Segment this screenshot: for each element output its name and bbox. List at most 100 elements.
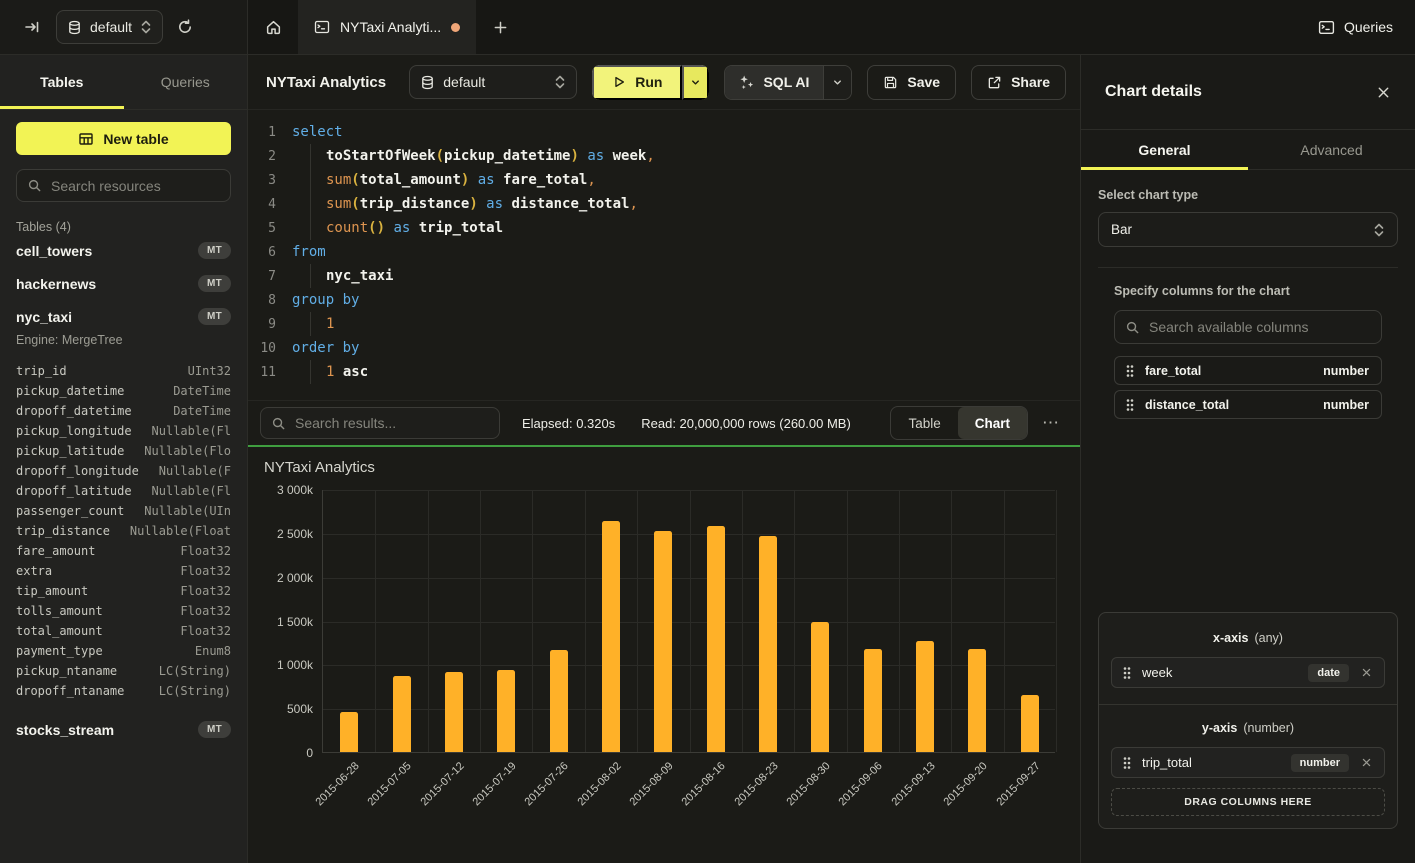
sidebar-body: New table Tables (4) cell_towers MT hack… xyxy=(0,110,247,863)
y-tick-label: 1 000k xyxy=(253,658,313,672)
column-row[interactable]: extra Float32 xyxy=(16,561,231,581)
sql-ai-button[interactable]: SQL AI xyxy=(725,66,823,99)
collapse-sidebar-button[interactable] xyxy=(18,13,46,41)
more-options-button[interactable]: ⋯ xyxy=(1042,413,1060,433)
column-row[interactable]: tolls_amount Float32 xyxy=(16,601,231,621)
code-line[interactable]: 8group by xyxy=(258,288,1070,312)
line-number: 2 xyxy=(258,145,276,169)
save-button[interactable]: Save xyxy=(867,65,956,100)
code-line[interactable]: 1select xyxy=(258,120,1070,144)
axis-chip-week[interactable]: weekdate xyxy=(1111,657,1385,688)
bar-2015-07-12[interactable] xyxy=(445,672,463,752)
share-button[interactable]: Share xyxy=(971,65,1066,100)
column-row[interactable]: pickup_datetime DateTime xyxy=(16,381,231,401)
code-text: order by xyxy=(292,340,359,356)
bar-2015-09-13[interactable] xyxy=(916,641,934,752)
column-row[interactable]: dropoff_longitude Nullable(F xyxy=(16,461,231,481)
read-stat: Read: 20,000,000 rows (260.00 MB) xyxy=(641,416,851,431)
columns-search-input[interactable] xyxy=(1149,319,1371,335)
run-button[interactable]: Run xyxy=(592,65,682,100)
code-line[interactable]: 6from xyxy=(258,240,1070,264)
tab-advanced[interactable]: Advanced xyxy=(1248,130,1415,169)
column-row[interactable]: pickup_latitude Nullable(Flo xyxy=(16,441,231,461)
code-text: group by xyxy=(292,292,359,308)
column-type: Enum8 xyxy=(195,644,231,658)
tab-tables-label: Tables xyxy=(40,74,83,90)
column-name: dropoff_longitude xyxy=(16,464,139,478)
table-row-nyc-taxi[interactable]: nyc_taxi MT xyxy=(0,300,247,333)
run-options-button[interactable] xyxy=(682,65,709,100)
home-tab-button[interactable] xyxy=(248,0,298,54)
column-row[interactable]: tip_amount Float32 xyxy=(16,581,231,601)
bar-2015-06-28[interactable] xyxy=(340,712,358,752)
column-row[interactable]: dropoff_datetime DateTime xyxy=(16,401,231,421)
table-row-stocks-stream[interactable]: stocks_stream MT xyxy=(0,713,247,746)
code-line[interactable]: 2toStartOfWeek(pickup_datetime) as week, xyxy=(258,144,1070,168)
chart-area: NYTaxi Analytics 0500k1 000k1 500k2 000k… xyxy=(248,447,1080,863)
share-icon xyxy=(987,75,1002,90)
remove-column-button[interactable] xyxy=(1359,665,1374,680)
close-panel-button[interactable] xyxy=(1376,85,1391,100)
code-line[interactable]: 4sum(trip_distance) as distance_total, xyxy=(258,192,1070,216)
column-row[interactable]: trip_id UInt32 xyxy=(16,361,231,381)
database-selector[interactable]: default xyxy=(56,10,163,44)
panel-tabs: General Advanced xyxy=(1081,130,1415,170)
column-row[interactable]: fare_amount Float32 xyxy=(16,541,231,561)
code-line[interactable]: 5count() as trip_total xyxy=(258,216,1070,240)
new-table-button[interactable]: New table xyxy=(16,122,231,155)
code-line[interactable]: 111 asc xyxy=(258,360,1070,384)
close-icon xyxy=(1361,667,1372,678)
bar-2015-08-23[interactable] xyxy=(759,536,777,752)
column-row[interactable]: trip_distance Nullable(Float xyxy=(16,521,231,541)
bar-2015-07-26[interactable] xyxy=(550,650,568,752)
axis-chip-trip_total[interactable]: trip_totalnumber xyxy=(1111,747,1385,778)
sql-ai-options-button[interactable] xyxy=(823,66,851,99)
bar-2015-08-09[interactable] xyxy=(654,531,672,752)
tab-queries-label: Queries xyxy=(161,74,210,90)
code-line[interactable]: 7nyc_taxi xyxy=(258,264,1070,288)
new-tab-button[interactable] xyxy=(476,0,524,54)
column-row[interactable]: pickup_longitude Nullable(Fl xyxy=(16,421,231,441)
query-tab[interactable]: NYTaxi Analyti... xyxy=(298,0,476,54)
sql-editor[interactable]: 1select2toStartOfWeek(pickup_datetime) a… xyxy=(248,110,1080,400)
column-row[interactable]: pickup_ntaname LC(String) xyxy=(16,661,231,681)
y-tick-label: 1 500k xyxy=(253,615,313,629)
drop-zone[interactable]: DRAG COLUMNS HERE xyxy=(1111,788,1385,816)
bar-2015-08-16[interactable] xyxy=(707,526,725,752)
line-number: 5 xyxy=(258,217,276,241)
remove-column-button[interactable] xyxy=(1359,755,1374,770)
bar-2015-08-02[interactable] xyxy=(602,521,620,752)
tab-queries[interactable]: Queries xyxy=(124,55,248,109)
table-row-hackernews[interactable]: hackernews MT xyxy=(0,267,247,300)
column-chip-distance_total[interactable]: distance_totalnumber xyxy=(1114,390,1382,419)
database-selector[interactable]: default xyxy=(409,65,577,99)
tab-tables[interactable]: Tables xyxy=(0,55,124,109)
chart-type-select[interactable]: Bar xyxy=(1098,212,1398,247)
tables-section-label: Tables (4) xyxy=(16,220,231,234)
code-line[interactable]: 3sum(total_amount) as fare_total, xyxy=(258,168,1070,192)
results-search-input[interactable] xyxy=(295,415,489,431)
column-row[interactable]: dropoff_ntaname LC(String) xyxy=(16,681,231,701)
column-chip-fare_total[interactable]: fare_totalnumber xyxy=(1114,356,1382,385)
code-line[interactable]: 91 xyxy=(258,312,1070,336)
resource-search-input[interactable] xyxy=(51,178,220,194)
toggle-table[interactable]: Table xyxy=(891,407,957,439)
code-line[interactable]: 10order by xyxy=(258,336,1070,360)
sidebar-tabs: Tables Queries xyxy=(0,55,247,110)
column-row[interactable]: payment_type Enum8 xyxy=(16,641,231,661)
bar-2015-09-20[interactable] xyxy=(968,649,986,752)
bar-2015-08-30[interactable] xyxy=(811,622,829,752)
tab-general[interactable]: General xyxy=(1081,130,1248,169)
table-row-cell-towers[interactable]: cell_towers MT xyxy=(0,234,247,267)
bar-2015-07-19[interactable] xyxy=(497,670,515,752)
bar-2015-09-27[interactable] xyxy=(1021,695,1039,752)
bar-2015-07-05[interactable] xyxy=(393,676,411,752)
save-button-label: Save xyxy=(907,74,940,90)
column-row[interactable]: dropoff_latitude Nullable(Fl xyxy=(16,481,231,501)
refresh-button[interactable] xyxy=(171,13,199,41)
column-row[interactable]: total_amount Float32 xyxy=(16,621,231,641)
bar-2015-09-06[interactable] xyxy=(864,649,882,752)
toggle-chart[interactable]: Chart xyxy=(958,407,1027,439)
column-row[interactable]: passenger_count Nullable(UIn xyxy=(16,501,231,521)
queries-button[interactable]: Queries xyxy=(1318,19,1393,36)
